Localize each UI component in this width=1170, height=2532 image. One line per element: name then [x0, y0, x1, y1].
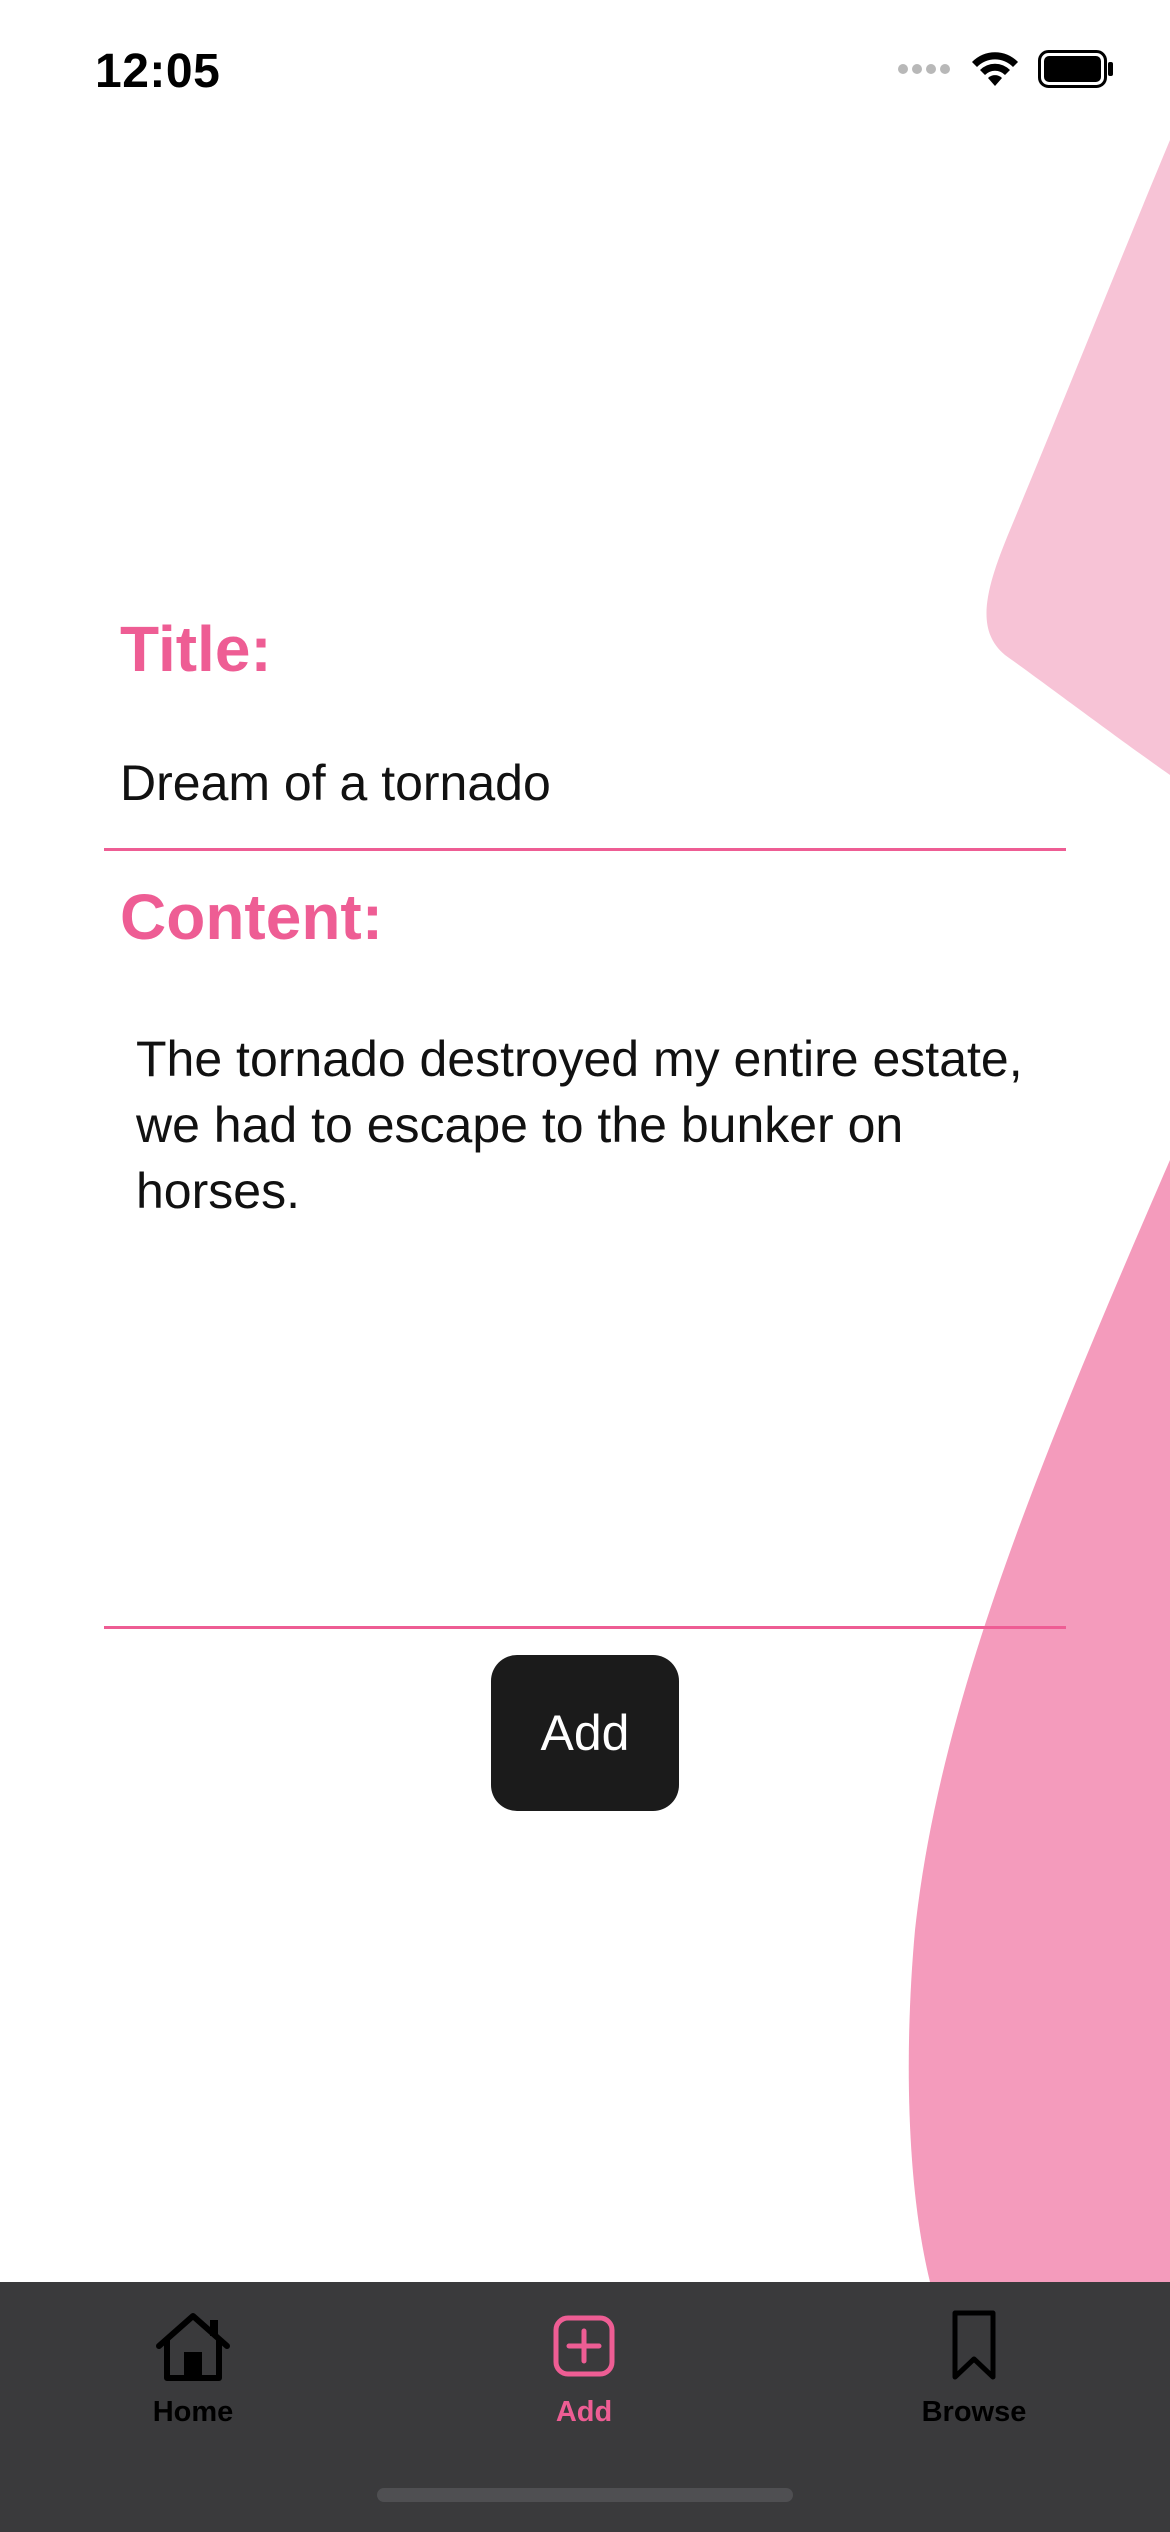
content-label: Content: [120, 881, 384, 953]
tab-home-label: Home [152, 2396, 234, 2428]
title-input[interactable] [120, 748, 1050, 818]
tab-home[interactable]: Home [93, 2308, 293, 2438]
add-dream-form: Title: Content: The tornado destroyed my… [0, 0, 1170, 2532]
content-textarea[interactable]: The tornado destroyed my entire estate, … [136, 1026, 1056, 1606]
home-indicator[interactable] [377, 2488, 793, 2502]
content-divider [104, 1626, 1066, 1629]
tab-add-label: Add [555, 2396, 613, 2428]
bookmark-icon [934, 2308, 1014, 2384]
title-label: Title: [120, 613, 272, 685]
add-dream-screen: 12:05 Title: Dream of a tornado Content:… [0, 0, 1170, 2532]
tab-add[interactable]: Add [484, 2308, 684, 2438]
plus-square-icon [544, 2308, 624, 2384]
house-icon [153, 2308, 233, 2384]
tab-browse-label: Browse [921, 2396, 1027, 2428]
title-divider [104, 848, 1066, 851]
tab-bar: Home Add Browse [0, 2282, 1170, 2532]
tab-browse[interactable]: Browse [874, 2308, 1074, 2438]
add-button[interactable]: Add [491, 1655, 679, 1811]
